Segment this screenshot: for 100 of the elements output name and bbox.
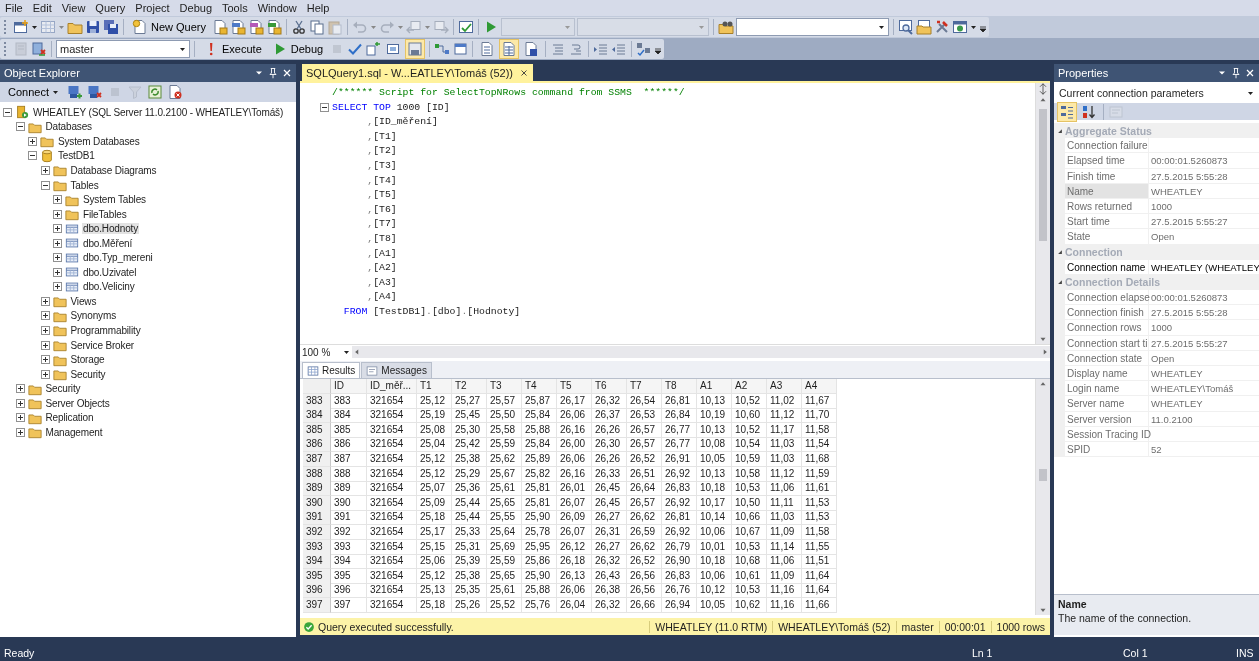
collapse-icon[interactable]: [15, 122, 25, 132]
property-value[interactable]: WHEATLEY (WHEATLEY: [1149, 259, 1259, 275]
property-name[interactable]: Server name: [1065, 396, 1149, 412]
tree-item[interactable]: Views: [69, 295, 98, 307]
column-header[interactable]: A2: [732, 379, 767, 394]
document-database-icon[interactable]: [266, 19, 283, 35]
collapse-icon[interactable]: [28, 151, 37, 161]
pin-icon[interactable]: [1230, 67, 1242, 79]
document-tab[interactable]: SQLQuery1.sql - W...EATLEY\Tomáš (52)): [302, 64, 534, 81]
column-header[interactable]: T1: [417, 379, 452, 394]
close-icon[interactable]: [281, 67, 293, 79]
tree-item[interactable]: Synonyms: [69, 310, 117, 322]
tree-item[interactable]: System Tables: [82, 194, 147, 206]
column-header[interactable]: T5: [557, 379, 592, 394]
collapse-icon[interactable]: [320, 103, 329, 113]
results-tab[interactable]: Results: [302, 362, 361, 378]
property-name[interactable]: Display name: [1065, 366, 1149, 382]
expand-icon[interactable]: [53, 267, 62, 277]
split-icon[interactable]: [1037, 83, 1049, 95]
expand-icon[interactable]: [15, 427, 25, 437]
property-value[interactable]: 27.5.2015 5:55:27: [1149, 335, 1259, 351]
property-name[interactable]: Start time: [1065, 214, 1149, 230]
window-search-icon[interactable]: [898, 19, 915, 35]
property-value[interactable]: 1000: [1149, 198, 1259, 215]
categorized-icon[interactable]: [1059, 103, 1075, 120]
tree-item[interactable]: Management: [44, 426, 104, 438]
database-dropdown[interactable]: master: [56, 40, 190, 58]
window-globe-icon[interactable]: [952, 19, 969, 35]
expand-icon[interactable]: [40, 165, 50, 175]
column-header[interactable]: T3: [487, 379, 522, 394]
tree-item[interactable]: Security: [69, 368, 107, 380]
expand-icon[interactable]: [40, 325, 50, 335]
expand-icon[interactable]: [15, 398, 25, 408]
new-query-button[interactable]: New Query: [128, 18, 211, 36]
expand-icon[interactable]: [53, 253, 62, 263]
sort-icon[interactable]: [1081, 103, 1097, 120]
property-value[interactable]: WHEATLEY: [1149, 183, 1259, 199]
collapse-icon[interactable]: [3, 107, 12, 117]
tree-item[interactable]: dbo.Hodnoty: [82, 223, 140, 235]
document-database-icon[interactable]: [212, 19, 229, 35]
property-name[interactable]: Connection start ti: [1065, 335, 1149, 351]
blocks-check-icon[interactable]: [636, 41, 653, 57]
tree-item[interactable]: FileTables: [82, 208, 128, 220]
menu-item[interactable]: Project: [130, 1, 175, 15]
property-value[interactable]: 00:00:01.5260873: [1149, 153, 1259, 169]
menu-item[interactable]: View: [56, 1, 91, 15]
folder-window-icon[interactable]: [916, 19, 933, 35]
outdent-icon[interactable]: [611, 41, 628, 57]
expand-icon[interactable]: [40, 296, 50, 306]
row-header[interactable]: 389: [303, 481, 331, 497]
expand-icon[interactable]: [40, 340, 50, 350]
expand-icon[interactable]: [15, 413, 25, 423]
tree-item[interactable]: Replication: [44, 412, 95, 424]
property-value[interactable]: WHEATLEY: [1149, 366, 1259, 382]
property-name[interactable]: Session Tracing ID: [1065, 426, 1149, 442]
tree-item[interactable]: Security: [44, 383, 82, 395]
expand-icon[interactable]: [53, 209, 62, 219]
folder-search-icon[interactable]: [718, 19, 735, 35]
column-header[interactable]: T7: [627, 379, 662, 394]
expand-icon[interactable]: [40, 355, 50, 365]
expand-icon[interactable]: [40, 369, 50, 379]
window-icon[interactable]: [385, 41, 402, 57]
expand-icon[interactable]: [53, 238, 62, 248]
tree-item[interactable]: TestDB1: [57, 150, 96, 162]
tree-item[interactable]: dbo.Uzivatel: [82, 266, 138, 278]
expand-icon[interactable]: [15, 384, 25, 394]
horizontal-scrollbar[interactable]: [352, 346, 1050, 358]
server-cross-icon[interactable]: [31, 41, 47, 57]
property-name[interactable]: Connection name: [1065, 259, 1149, 275]
expand-icon[interactable]: [53, 224, 62, 234]
column-header[interactable]: A3: [767, 379, 802, 394]
expand-icon[interactable]: [28, 136, 37, 146]
tree-item[interactable]: System Databases: [57, 135, 141, 147]
property-name[interactable]: Finish time: [1065, 168, 1149, 184]
scrollbar-thumb[interactable]: [1039, 469, 1047, 481]
tree-item[interactable]: Server Objects: [44, 397, 111, 409]
document-database-icon[interactable]: [248, 19, 265, 35]
column-header[interactable]: T4: [522, 379, 557, 394]
property-value[interactable]: 27.5.2015 5:55:28: [1149, 305, 1259, 321]
server-cross-icon[interactable]: [87, 84, 103, 100]
column-header[interactable]: A1: [697, 379, 732, 394]
document-cross-icon[interactable]: [167, 84, 183, 100]
row-header[interactable]: 394: [303, 554, 331, 570]
expand-icon[interactable]: [40, 311, 50, 321]
property-value[interactable]: 27.5.2015 5:55:28: [1149, 168, 1259, 184]
zoom-dropdown[interactable]: 100 %: [300, 346, 352, 358]
clipboard-icon[interactable]: [327, 19, 344, 35]
pin-icon[interactable]: [267, 67, 279, 79]
tree-item[interactable]: WHEATLEY (SQL Server 11.0.2100 - WHEATLEY\Tomáš): [32, 106, 285, 118]
row-header[interactable]: 391: [303, 510, 331, 526]
menu-item[interactable]: Window: [252, 1, 302, 15]
property-name[interactable]: SPID: [1065, 441, 1149, 458]
tree-item[interactable]: Tables: [69, 179, 100, 191]
property-name[interactable]: Connection elapse: [1065, 290, 1149, 306]
property-value[interactable]: WHEATLEY\Tomáš: [1149, 381, 1259, 397]
grid-arrows-icon[interactable]: [365, 41, 382, 57]
document-grid-icon[interactable]: [501, 41, 518, 57]
row-header[interactable]: 386: [303, 437, 331, 453]
column-header[interactable]: T8: [662, 379, 697, 394]
property-name[interactable]: Rows returned: [1065, 198, 1149, 215]
